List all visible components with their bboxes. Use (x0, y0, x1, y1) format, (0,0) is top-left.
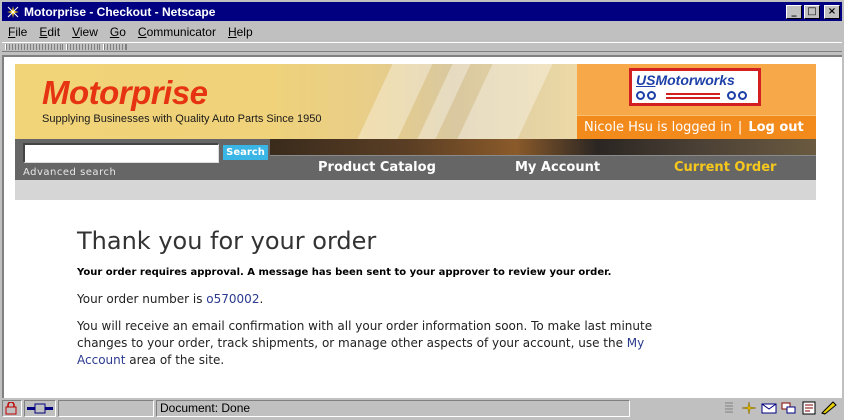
banner-highlight (357, 64, 433, 139)
progress-meter (58, 399, 154, 417)
menu-help-label: elp (236, 24, 253, 39)
connection-icon[interactable] (24, 399, 56, 417)
header-divider (15, 180, 816, 200)
usmotorworks-logo-text: USMotorworks (636, 72, 735, 88)
main-nav: Product Catalog My Account Current Order (270, 155, 816, 180)
banner-highlight (457, 64, 553, 139)
brand-banner: Motorprise Supplying Businesses with Qua… (15, 64, 577, 139)
nav-current-order[interactable]: Current Order (674, 160, 776, 175)
menu-bar: File Edit View Go Communicator Help (2, 22, 842, 41)
composer-icon[interactable] (800, 400, 818, 415)
confirmation-text-end: area of the site. (125, 353, 225, 367)
search-input[interactable] (23, 143, 219, 163)
personal-toolbar-grip[interactable] (103, 44, 127, 50)
menu-go[interactable]: Go (110, 25, 126, 39)
search-panel: Search Advanced search (15, 139, 270, 180)
order-number-link[interactable]: o570002 (206, 292, 259, 306)
login-separator: | (737, 120, 743, 135)
site-header: Motorprise Supplying Businesses with Qua… (15, 64, 816, 200)
logo-wheel-icon (636, 91, 645, 100)
usmotorworks-logo-name: Motorworks (655, 72, 735, 88)
confirmation-text-start: You will receive an email confirmation w… (77, 319, 653, 350)
menu-communicator-label: ommunicator (146, 24, 216, 39)
page-title: Thank you for your order (77, 227, 377, 255)
usmotorworks-logo-us: US (636, 72, 656, 88)
netscape-icon (5, 4, 21, 20)
navigation-toolbar-grip[interactable] (5, 44, 63, 50)
menu-communicator-key: C (137, 24, 147, 39)
maximize-button[interactable]: □ (804, 4, 820, 19)
advanced-search-link[interactable]: Advanced search (23, 167, 116, 178)
login-status-bar: Nicole Hsu is logged in | Log out (577, 115, 816, 139)
minimize-button[interactable]: _ (786, 4, 802, 19)
logo-wheel-icon (727, 91, 736, 100)
window-titlebar[interactable]: Motorprise - Checkout - Netscape _ □ × (2, 2, 842, 21)
usmotorworks-logo[interactable]: USMotorworks (629, 68, 761, 106)
security-lock-icon[interactable] (2, 399, 22, 417)
menu-go-label: o (119, 24, 126, 39)
logout-link[interactable]: Log out (748, 120, 803, 135)
close-button[interactable]: × (824, 4, 840, 19)
window-title: Motorprise - Checkout - Netscape (24, 4, 216, 19)
toolbar-grips (2, 42, 842, 52)
search-button[interactable]: Search (223, 145, 268, 160)
menu-help-key: H (227, 24, 237, 39)
menu-view-label: iew (79, 24, 98, 39)
menu-view[interactable]: View (72, 25, 98, 39)
nav-product-catalog[interactable]: Product Catalog (318, 160, 436, 175)
menu-file-label: ile (15, 24, 28, 39)
navigator-icon[interactable] (740, 400, 758, 415)
order-number-line: Your order number is o570002. (77, 292, 657, 306)
browser-viewport[interactable]: Motorprise Supplying Businesses with Qua… (2, 55, 842, 398)
order-number-prefix: Your order number is (77, 292, 207, 306)
approval-notice: Your order requires approval. A message … (77, 267, 612, 278)
logo-stripe (666, 97, 720, 99)
login-status: Nicole Hsu is logged in (584, 120, 732, 135)
nav-photo-strip (270, 139, 816, 155)
menu-file[interactable]: File (8, 25, 27, 39)
menu-view-key: V (72, 24, 80, 39)
menu-communicator[interactable]: Communicator (138, 25, 216, 39)
nav-my-account[interactable]: My Account (515, 160, 600, 175)
menu-go-key: G (109, 24, 120, 39)
logo-stripe (666, 93, 720, 95)
mail-icon[interactable] (760, 400, 778, 415)
status-bar: Document: Done (2, 398, 842, 418)
menu-edit[interactable]: Edit (39, 25, 60, 39)
component-bar (720, 400, 840, 415)
edit-pencil-icon[interactable] (820, 400, 838, 415)
brand-logo[interactable]: Motorprise (42, 74, 208, 112)
logo-wheel-icon (647, 91, 656, 100)
logo-wheel-icon (738, 91, 747, 100)
component-bar-grip-icon[interactable] (720, 400, 738, 415)
menu-help[interactable]: Help (228, 25, 253, 39)
order-number-suffix: . (259, 292, 264, 306)
order-confirmation: Thank you for your order Your order requ… (77, 227, 657, 369)
status-text: Document: Done (156, 399, 630, 417)
confirmation-message: You will receive an email confirmation w… (77, 318, 657, 369)
menu-edit-label: dit (47, 24, 61, 39)
brand-tagline: Supplying Businesses with Quality Auto P… (42, 113, 322, 125)
location-toolbar-grip[interactable] (66, 44, 100, 50)
discussions-icon[interactable] (780, 400, 798, 415)
